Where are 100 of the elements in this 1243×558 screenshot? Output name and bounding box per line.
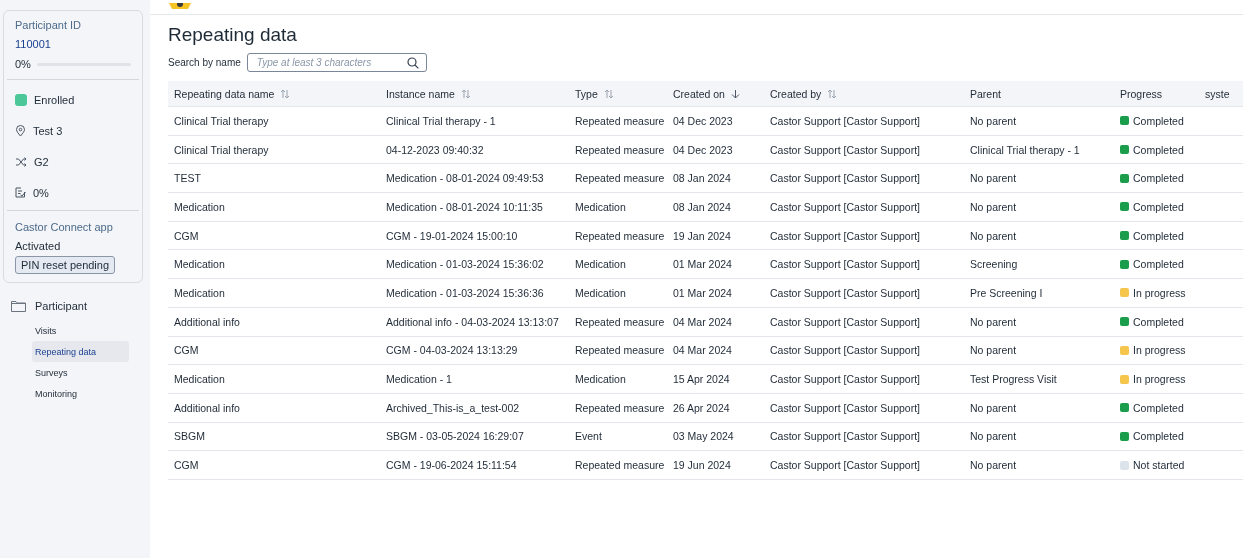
table-cell-text: Clinical Trial therapy	[173, 143, 270, 156]
column-header[interactable]: Created on	[673, 87, 725, 100]
participant-id: 110001	[15, 38, 52, 50]
table-cell-text: Medication - 1	[385, 373, 453, 386]
sort-icon[interactable]	[280, 88, 291, 99]
table-cell-text: 08 Jan 2024	[672, 200, 732, 213]
progress-status: Completed	[1133, 430, 1184, 443]
table-cell-text: No parent	[969, 459, 1018, 472]
table-cell-text: Clinical Trial therapy - 1	[385, 114, 497, 127]
column-header[interactable]: Parent	[970, 87, 1001, 100]
table-cell-text: 19 Jun 2024	[672, 459, 732, 472]
table-cell-text: Repeated measure	[574, 315, 666, 328]
app-label: Castor Connect app	[15, 221, 114, 233]
search-field[interactable]: Type at least 3 characters	[246, 53, 427, 72]
table-cell-text: 15 Apr 2024	[672, 373, 731, 386]
search-icon[interactable]	[406, 56, 419, 69]
table-cell-text: TEST	[173, 172, 202, 185]
table-cell-text: 04 Mar 2024	[672, 315, 733, 328]
table-cell-text: Additional info	[173, 315, 241, 328]
table-cell-text: Test Progress Visit	[969, 373, 1058, 386]
table-cell-text: Castor Support [Castor Support]	[769, 286, 921, 299]
pin-reset-button[interactable]: PIN reset pending	[15, 256, 116, 274]
table-cell-text: No parent	[969, 401, 1018, 414]
table-cell-text: CGM - 04-03-2024 13:13:29	[385, 344, 519, 357]
table-cell-text: Repeated measure	[574, 459, 666, 472]
table-cell-text: No parent	[969, 315, 1018, 328]
table-cell-text: Archived_This-is_a_test-002	[385, 401, 521, 414]
column-header[interactable]: Instance name	[386, 87, 455, 100]
table-cell-text: 19 Jan 2024	[672, 229, 732, 242]
table-cell-text: CGM - 19-01-2024 15:00:10	[385, 229, 519, 242]
column-header[interactable]: syste	[1205, 87, 1230, 100]
table-cell-text: Event	[574, 430, 603, 443]
table-cell-text: SBGM - 03-05-2024 16:29:07	[385, 430, 525, 443]
site-text: Test 3	[33, 124, 63, 137]
progress-status: Not started	[1133, 459, 1185, 472]
table-cell-text: 03 May 2024	[672, 430, 735, 443]
table-cell-text: Castor Support [Castor Support]	[769, 315, 921, 328]
sort-down-icon[interactable]	[730, 88, 740, 99]
table-cell-text: No parent	[969, 229, 1018, 242]
column-header[interactable]: Type	[575, 87, 598, 100]
table-cell-text: No parent	[969, 200, 1018, 213]
progress-status: Completed	[1133, 315, 1184, 328]
table-cell-text: Repeated measure	[574, 344, 666, 357]
progress-status: In progress	[1133, 286, 1186, 299]
table-cell-text: Castor Support [Castor Support]	[769, 200, 921, 213]
column-header[interactable]: Repeating data name	[174, 87, 275, 100]
table-cell-text: No parent	[969, 172, 1018, 185]
table-cell-text: Castor Support [Castor Support]	[769, 229, 921, 242]
location-pin-icon	[15, 124, 26, 137]
sort-icon[interactable]	[603, 88, 614, 99]
table-cell-text: Medication	[173, 200, 226, 213]
table-cell-text: No parent	[969, 344, 1018, 357]
search-label: Search by name	[168, 57, 241, 68]
table-cell-text: Medication	[173, 373, 226, 386]
table-cell-text: Castor Support [Castor Support]	[769, 344, 921, 357]
table-cell-text: Repeated measure	[574, 143, 666, 156]
table-cell-text: Repeated measure	[574, 401, 666, 414]
table-cell-text: Additional info	[173, 401, 241, 414]
table-cell-text: Additional info - 04-03-2024 13:13:07	[385, 315, 560, 328]
sort-icon[interactable]	[827, 88, 838, 99]
column-header[interactable]: Created by	[770, 87, 822, 100]
table-cell-text: Clinical Trial therapy	[173, 114, 270, 127]
table-cell-text: Repeated measure	[574, 172, 666, 185]
participant-id-label: Participant ID	[15, 19, 83, 31]
table-cell-text: No parent	[969, 430, 1018, 443]
completion-text: 0%	[33, 186, 49, 199]
nav-item[interactable]: Surveys	[32, 362, 129, 383]
table-cell-text: CGM	[173, 344, 200, 357]
table-cell-text: Medication	[173, 286, 226, 299]
table-cell-text: Medication	[574, 373, 627, 386]
nav-item[interactable]: Visits	[32, 320, 129, 341]
table-cell-text: Castor Support [Castor Support]	[769, 143, 921, 156]
table-cell-text: SBGM	[173, 430, 206, 443]
table-cell-text: Castor Support [Castor Support]	[769, 459, 921, 472]
table-cell-text: Medication - 01-03-2024 15:36:36	[385, 286, 545, 299]
sort-icon[interactable]	[460, 88, 471, 99]
progress-status: Completed	[1133, 401, 1184, 414]
nav-item[interactable]: Repeating data	[32, 341, 129, 362]
table-cell-text: 26 Apr 2024	[672, 401, 731, 414]
shuffle-icon	[15, 156, 27, 167]
table-cell-text: 08 Jan 2024	[672, 172, 732, 185]
table-cell-text: Medication	[574, 200, 627, 213]
table-cell-text: 04 Mar 2024	[672, 344, 733, 357]
table-cell-text: CGM	[173, 459, 200, 472]
table-cell-text: CGM - 19-06-2024 15:11:54	[385, 459, 518, 472]
table-cell-text: Medication	[574, 286, 627, 299]
app-status: Activated	[15, 240, 62, 252]
progress-status: Completed	[1133, 143, 1184, 156]
table-cell-text: 04 Dec 2023	[672, 143, 734, 156]
checklist-icon	[15, 187, 26, 198]
table-cell-text: 04 Dec 2023	[672, 114, 734, 127]
nav-item[interactable]: Monitoring	[32, 383, 129, 404]
column-header[interactable]: Progress	[1120, 87, 1162, 100]
table-cell-text: Castor Support [Castor Support]	[769, 373, 921, 386]
table-cell-text: 01 Mar 2024	[672, 258, 733, 271]
folder-icon	[11, 300, 26, 312]
table-cell-text: Castor Support [Castor Support]	[769, 258, 921, 271]
table-cell-text: Medication	[173, 258, 226, 271]
nav-section[interactable]: Participant	[35, 300, 87, 312]
table-cell-text: Castor Support [Castor Support]	[769, 401, 921, 414]
